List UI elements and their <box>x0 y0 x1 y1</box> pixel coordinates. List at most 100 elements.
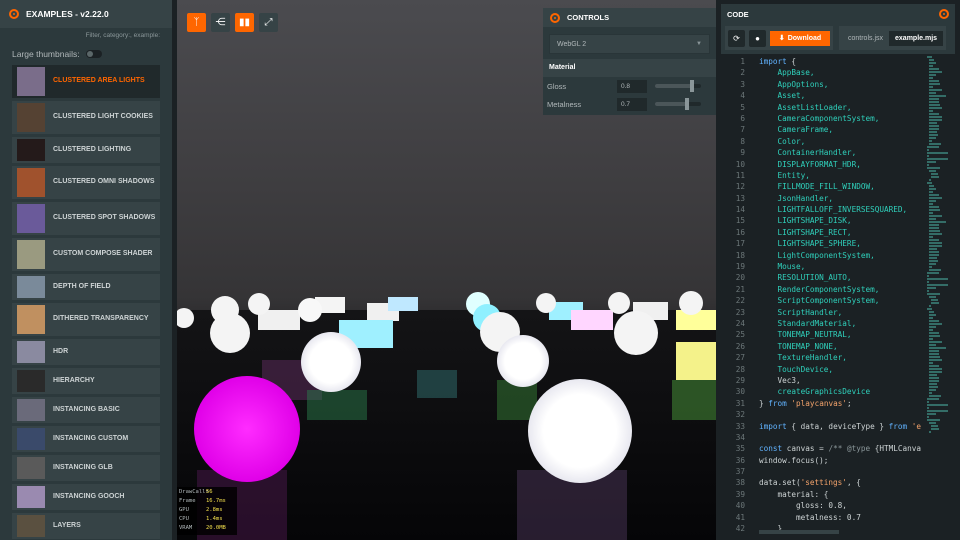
code-line[interactable] <box>759 432 949 443</box>
code-line[interactable]: RESOLUTION_AUTO, <box>759 272 949 283</box>
line-number: 41 <box>735 512 745 522</box>
code-line[interactable]: LightComponentSystem, <box>759 250 949 261</box>
code-line[interactable]: AppBase, <box>759 67 949 78</box>
line-numbers: 1 2 3 4 5 6 7 8 9 10 11 12 13 14 15 16 17 18 19 20 21 22 23 24 2… <box>721 56 745 534</box>
example-item[interactable]: CLUSTERED OMNI SHADOWS <box>12 166 160 199</box>
code-line[interactable]: ScriptComponentSystem, <box>759 295 949 306</box>
slider-row-metalness: Metalness 0.7 <box>543 95 716 113</box>
code-line[interactable]: DISPLAYFORMAT_HDR, <box>759 159 949 170</box>
code-line[interactable]: import { data, deviceType } from 'e <box>759 421 949 432</box>
code-line[interactable]: Entity, <box>759 170 949 181</box>
code-line[interactable]: import { <box>759 56 949 67</box>
code-line[interactable]: createGraphicsDevice <box>759 386 949 397</box>
device-type-select[interactable]: WebGL 2 ▼ <box>549 34 710 54</box>
slider-handle[interactable] <box>685 98 690 110</box>
example-item[interactable]: CLUSTERED AREA LIGHTS <box>12 65 160 98</box>
code-line[interactable]: TONEMAP_NONE, <box>759 341 949 352</box>
code-line[interactable]: AppOptions, <box>759 79 949 90</box>
file-tab[interactable]: example.mjs <box>889 30 944 46</box>
code-line[interactable]: RenderComponentSystem, <box>759 284 949 295</box>
material-section-header[interactable]: Material <box>543 59 716 77</box>
stats-button[interactable]: ▮▮ <box>235 13 254 32</box>
code-line[interactable]: CameraFrame, <box>759 124 949 135</box>
example-item[interactable]: LAYERS <box>12 513 160 539</box>
share-button[interactable]: ⋲ <box>211 13 230 32</box>
example-item[interactable]: CLUSTERED LIGHTING <box>12 137 160 163</box>
code-minimap[interactable] <box>927 56 951 456</box>
minimap-line <box>929 305 931 307</box>
code-line[interactable]: AssetListLoader, <box>759 102 949 113</box>
download-button[interactable]: ⬇ Download <box>770 30 830 46</box>
minimap-line <box>929 236 933 238</box>
code-line[interactable]: metalness: 0.7 <box>759 512 949 523</box>
reload-button[interactable]: ⟳ <box>728 29 745 47</box>
code-line[interactable] <box>759 409 949 420</box>
code-line[interactable]: JsonHandler, <box>759 193 949 204</box>
code-line[interactable]: StandardMaterial, <box>759 318 949 329</box>
minimap-line <box>929 422 936 424</box>
code-line[interactable]: const canvas = /** @type {HTMLCanva <box>759 443 949 454</box>
code-lines[interactable]: import { AppBase, AppOptions, Asset, Ass… <box>759 56 949 534</box>
example-item[interactable]: HIERARCHY <box>12 368 160 394</box>
code-line[interactable]: Color, <box>759 136 949 147</box>
code-line[interactable]: Mouse, <box>759 261 949 272</box>
code-line[interactable]: TouchDevice, <box>759 364 949 375</box>
code-line[interactable]: Asset, <box>759 90 949 101</box>
examples-panel-header[interactable]: EXAMPLES - v2.22.0 <box>0 0 172 28</box>
code-line[interactable]: window.focus(); <box>759 455 949 466</box>
line-number: 5 <box>740 102 745 112</box>
code-line[interactable]: TextureHandler, <box>759 352 949 363</box>
minimap-line <box>929 365 939 367</box>
minimap-line <box>927 407 929 409</box>
code-editor[interactable]: 1 2 3 4 5 6 7 8 9 10 11 12 13 14 15 16 17 18 19 20 21 22 23 24 2… <box>721 54 955 536</box>
code-line[interactable]: gloss: 0.8, <box>759 500 949 511</box>
example-item[interactable]: CLUSTERED SPOT SHADOWS <box>12 202 160 235</box>
horizontal-scrollbar[interactable] <box>759 530 839 534</box>
collapse-dot-icon[interactable] <box>9 9 19 19</box>
slider-value-input[interactable]: 0.7 <box>617 97 647 111</box>
slider-handle[interactable] <box>689 80 694 92</box>
minimap-line <box>929 248 938 250</box>
code-line[interactable]: LIGHTSHAPE_DISK, <box>759 215 949 226</box>
close-dot-icon[interactable] <box>939 9 949 19</box>
code-line[interactable]: CameraComponentSystem, <box>759 113 949 124</box>
example-item[interactable]: CLUSTERED LIGHT COOKIES <box>12 101 160 134</box>
slider-track[interactable] <box>655 80 701 92</box>
code-line[interactable]: ContainerHandler, <box>759 147 949 158</box>
example-item[interactable]: INSTANCING GLB <box>12 455 160 481</box>
collapse-dot-icon[interactable] <box>550 12 560 23</box>
example-item[interactable]: INSTANCING CUSTOM <box>12 426 160 452</box>
large-thumbnails-toggle[interactable] <box>85 50 102 58</box>
code-line[interactable]: TONEMAP_NEUTRAL, <box>759 329 949 340</box>
slider-value-input[interactable]: 0.8 <box>617 79 647 93</box>
fullscreen-button[interactable]: ⤢ <box>259 13 278 32</box>
slider-track[interactable] <box>655 98 701 110</box>
code-line[interactable]: } from 'playcanvas'; <box>759 398 949 409</box>
code-line[interactable]: material: { <box>759 489 949 500</box>
example-item[interactable]: DITHERED TRANSPARENCY <box>12 303 160 336</box>
code-line[interactable]: LIGHTSHAPE_RECT, <box>759 227 949 238</box>
code-line[interactable]: data.set('settings', { <box>759 477 949 488</box>
sphere-light <box>614 311 658 355</box>
example-thumbnail <box>17 204 45 233</box>
code-line[interactable]: LIGHTFALLOFF_INVERSESQUARED, <box>759 204 949 215</box>
example-item[interactable]: INSTANCING BASIC <box>12 397 160 423</box>
example-item[interactable]: CUSTOM COMPOSE SHADER <box>12 238 160 271</box>
code-line[interactable] <box>759 466 949 477</box>
code-line[interactable]: ScriptHandler, <box>759 307 949 318</box>
code-line[interactable]: LIGHTSHAPE_SPHERE, <box>759 238 949 249</box>
controls-panel-header[interactable]: CONTROLS <box>543 8 716 27</box>
filter-input[interactable]: Filter, category:, example: <box>0 28 172 44</box>
minimap-line <box>929 107 942 109</box>
example-item[interactable]: DEPTH OF FIELD <box>12 274 160 300</box>
playcanvas-logo-button[interactable]: ᛉ <box>187 13 206 32</box>
code-line[interactable]: FILLMODE_FILL_WINDOW, <box>759 181 949 192</box>
viewport[interactable]: ᛉ ⋲ ▮▮ ⤢ CONTROLS WebGL 2 ▼ Material Gloss 0… <box>177 0 716 540</box>
github-button[interactable]: ● <box>749 29 766 47</box>
code-panel: CODE ⟳ ● ⬇ Download controls.jsx example.… <box>721 4 955 536</box>
example-label: INSTANCING GLB <box>53 463 113 471</box>
example-item[interactable]: INSTANCING GOOCH <box>12 484 160 510</box>
example-item[interactable]: HDR <box>12 339 160 365</box>
code-line[interactable]: Vec3, <box>759 375 949 386</box>
file-tab[interactable]: controls.jsx <box>842 31 889 46</box>
